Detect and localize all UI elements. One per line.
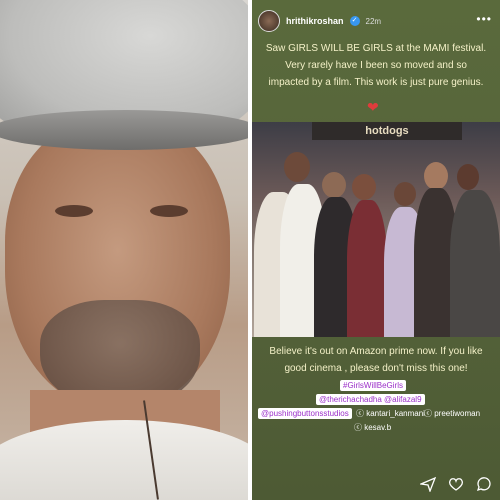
send-icon[interactable] bbox=[420, 476, 436, 492]
profile-photo bbox=[0, 0, 248, 500]
person-head bbox=[284, 152, 310, 182]
person-head bbox=[424, 162, 448, 190]
hotdogs-sign: hotdogs bbox=[312, 122, 462, 140]
comment-icon[interactable] bbox=[476, 476, 492, 492]
mention-kesav[interactable]: ⓒ kesav.b bbox=[354, 422, 391, 433]
username[interactable]: hrithikroshan bbox=[286, 16, 344, 26]
instagram-story[interactable]: hrithikroshan ✓ 22m ••• Saw GIRLS WILL B… bbox=[252, 0, 500, 500]
mention-kantari-kanmani[interactable]: ⓒ kantari_kanmani bbox=[356, 408, 425, 419]
more-icon[interactable]: ••• bbox=[476, 12, 492, 26]
person-head bbox=[394, 182, 416, 206]
cap-brim bbox=[0, 110, 248, 150]
avatar[interactable] bbox=[258, 10, 280, 32]
right-eye bbox=[150, 205, 188, 217]
group-photo: hotdogs bbox=[252, 122, 500, 337]
person-head bbox=[322, 172, 346, 198]
like-icon[interactable] bbox=[448, 476, 464, 492]
story-actions bbox=[420, 476, 492, 492]
person-head bbox=[457, 164, 479, 190]
person-head bbox=[352, 174, 376, 200]
mention-pushingbuttonsstudios[interactable]: @pushingbuttonsstudios bbox=[258, 408, 352, 419]
mentions-line1[interactable]: @therichachadha @alifazal9 bbox=[316, 394, 425, 405]
story-header: hrithikroshan ✓ 22m bbox=[258, 8, 381, 34]
person bbox=[347, 200, 387, 337]
heart-icon: ❤ bbox=[367, 99, 379, 115]
verified-icon: ✓ bbox=[349, 16, 360, 26]
caption-bottom: Believe it's out on Amazon prime now. If… bbox=[269, 346, 483, 374]
shirt bbox=[0, 420, 248, 500]
left-eye bbox=[55, 205, 93, 217]
caption-top: Saw GIRLS WILL BE GIRLS at the MAMI fest… bbox=[265, 43, 487, 88]
person bbox=[450, 190, 500, 337]
story-time: 22m bbox=[365, 16, 382, 26]
mention-preetiwoman[interactable]: ⓒ preetiwoman bbox=[424, 408, 480, 419]
hashtag[interactable]: #GirlsWillBeGirls bbox=[340, 380, 406, 391]
